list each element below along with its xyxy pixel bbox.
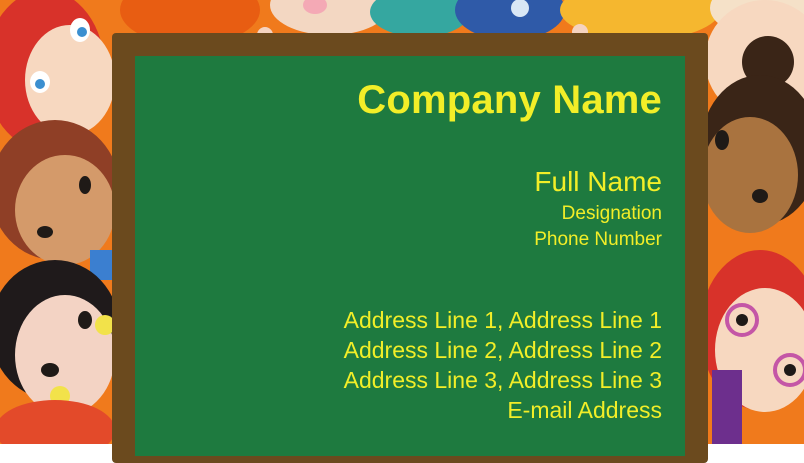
email-address: E-mail Address bbox=[507, 397, 662, 423]
company-name: Company Name bbox=[357, 78, 662, 122]
phone-number: Phone Number bbox=[534, 229, 662, 250]
address-line-3: Address Line 3, Address Line 3 bbox=[343, 367, 662, 393]
address-line-2: Address Line 2, Address Line 2 bbox=[343, 337, 662, 363]
address-line-1: Address Line 1, Address Line 1 bbox=[343, 307, 662, 333]
designation: Designation bbox=[561, 203, 662, 224]
full-name: Full Name bbox=[534, 166, 662, 197]
